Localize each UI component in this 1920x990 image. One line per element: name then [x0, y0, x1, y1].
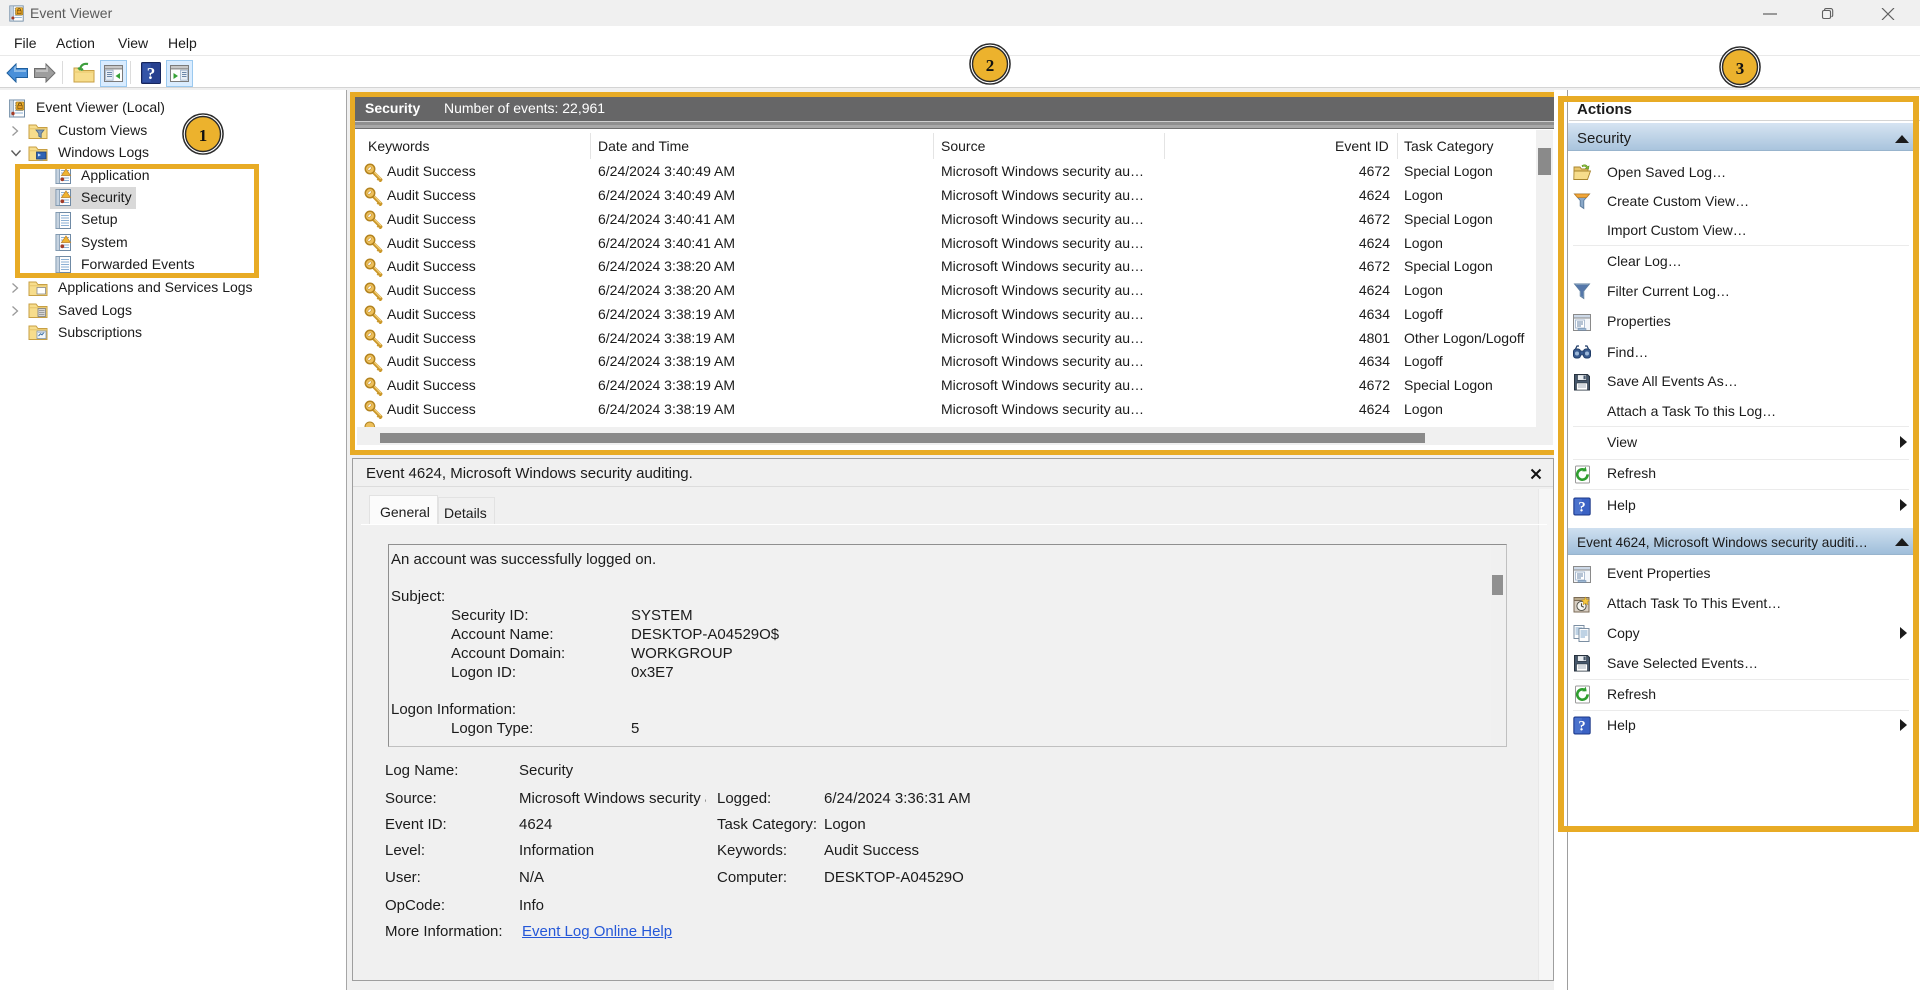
svg-text:1: 1: [199, 126, 208, 145]
svg-text:3: 3: [1736, 59, 1745, 78]
svg-text:?: ?: [147, 64, 156, 83]
svg-text:2: 2: [986, 56, 995, 75]
